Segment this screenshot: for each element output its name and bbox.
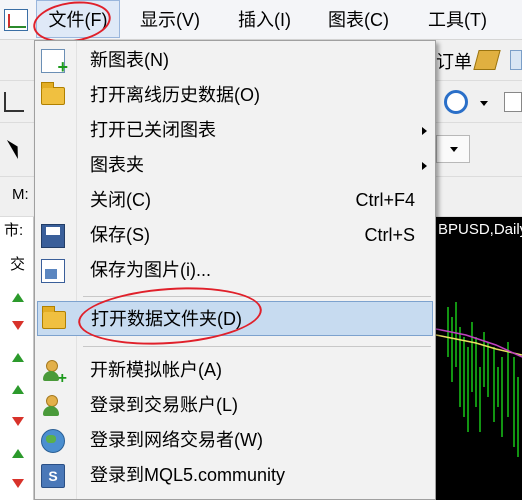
file-menu-dropdown: 新图表(N) 打开离线历史数据(O) 打开已关闭图表 图表夹 关闭(C) Ctr…: [34, 40, 436, 500]
menu-bar: 文件(F) 显示(V) 插入(I) 图表(C) 工具(T): [0, 0, 522, 40]
add-user-icon: +: [41, 359, 67, 387]
menu-item-open-offline[interactable]: 打开离线历史数据(O): [37, 78, 433, 113]
menu-item-login-mql5[interactable]: S 登录到MQL5.community: [37, 458, 433, 493]
mql5-icon: S: [41, 464, 65, 488]
menu-item-label: 保存(S): [90, 225, 150, 245]
eraser-icon[interactable]: [473, 50, 501, 70]
app-chart-icon[interactable]: [4, 9, 28, 31]
menu-item-new-chart[interactable]: 新图表(N): [37, 43, 433, 78]
arrow-up-icon: [12, 449, 24, 458]
menu-item-shortcut: Ctrl+S: [364, 225, 415, 245]
arrow-up-icon: [12, 293, 24, 302]
arrow-up-icon: [12, 385, 24, 394]
menu-file[interactable]: 文件(F): [36, 0, 120, 38]
arrow-up-icon: [12, 353, 24, 362]
panel-label: M:: [12, 186, 29, 203]
price-chart: [436, 302, 522, 457]
toolbar-partial-icon[interactable]: [510, 50, 522, 70]
submenu-arrow-icon: [422, 127, 427, 135]
chevron-down-icon[interactable]: [480, 101, 488, 106]
clock-icon[interactable]: [444, 90, 468, 114]
menu-item-chart-folder[interactable]: 图表夹: [37, 148, 433, 183]
menu-separator: [83, 346, 431, 347]
menu-item-save-as-picture[interactable]: 保存为图片(i)...: [37, 253, 433, 288]
chevron-down-icon[interactable]: [450, 147, 458, 152]
menu-item-label: 打开离线历史数据(O): [90, 85, 260, 105]
folder-icon: [41, 82, 65, 105]
arrow-down-icon: [12, 321, 24, 330]
login-user-icon: [41, 394, 65, 418]
arrow-down-icon: [12, 417, 24, 426]
market-watch-panel: 市: 交: [0, 217, 34, 500]
menu-item-label: 图表夹: [90, 155, 144, 175]
submenu-arrow-icon: [422, 162, 427, 170]
arrow-down-icon: [12, 479, 24, 488]
menu-tools[interactable]: 工具(T): [428, 0, 487, 40]
menu-item-label: 登录到网络交易者(W): [90, 430, 263, 450]
new-chart-icon: [41, 49, 68, 78]
globe-icon: [41, 429, 65, 453]
chart-window[interactable]: BPUSD,Daily: [436, 217, 522, 500]
menu-item-label: 保存为图片(i)...: [90, 260, 211, 280]
menu-item-label: 登录到MQL5.community: [90, 465, 286, 485]
menu-item-login-trade-account[interactable]: 登录到交易账户(L): [37, 388, 433, 423]
toolbar-order-label[interactable]: 订单: [436, 48, 472, 74]
menu-chart[interactable]: 图表(C): [328, 0, 389, 40]
menu-item-open-data-folder[interactable]: 打开数据文件夹(D): [37, 301, 433, 336]
menu-item-label: 打开已关闭图表: [90, 120, 216, 140]
menu-item-open-closed-chart[interactable]: 打开已关闭图表: [37, 113, 433, 148]
menu-view[interactable]: 显示(V): [140, 0, 200, 40]
menu-item-close[interactable]: 关闭(C) Ctrl+F4: [37, 183, 433, 218]
chart-bars-icon[interactable]: [4, 92, 24, 112]
save-icon: [41, 224, 65, 248]
menu-item-open-demo-account[interactable]: + 开新模拟帐户(A): [37, 353, 433, 388]
menu-insert[interactable]: 插入(I): [238, 0, 291, 40]
menu-item-login-web-trader[interactable]: 登录到网络交易者(W): [37, 423, 433, 458]
save-image-icon: [41, 259, 65, 283]
panel-tab-label-2[interactable]: 交: [10, 253, 25, 274]
panel-tab-label[interactable]: 市:: [4, 219, 23, 240]
cursor-icon[interactable]: [6, 136, 24, 160]
menu-item-label: 关闭(C): [90, 190, 151, 210]
menu-item-label: 新图表(N): [90, 50, 169, 70]
menu-item-label: 打开数据文件夹(D): [91, 309, 242, 329]
menu-item-save[interactable]: 保存(S) Ctrl+S: [37, 218, 433, 253]
template-icon[interactable]: [504, 92, 522, 112]
menu-item-shortcut: Ctrl+F4: [355, 190, 415, 210]
menu-item-label: 登录到交易账户(L): [90, 395, 238, 415]
folder-icon: [42, 306, 66, 329]
menu-item-label: 开新模拟帐户(A): [90, 360, 222, 380]
menu-separator: [83, 296, 431, 297]
